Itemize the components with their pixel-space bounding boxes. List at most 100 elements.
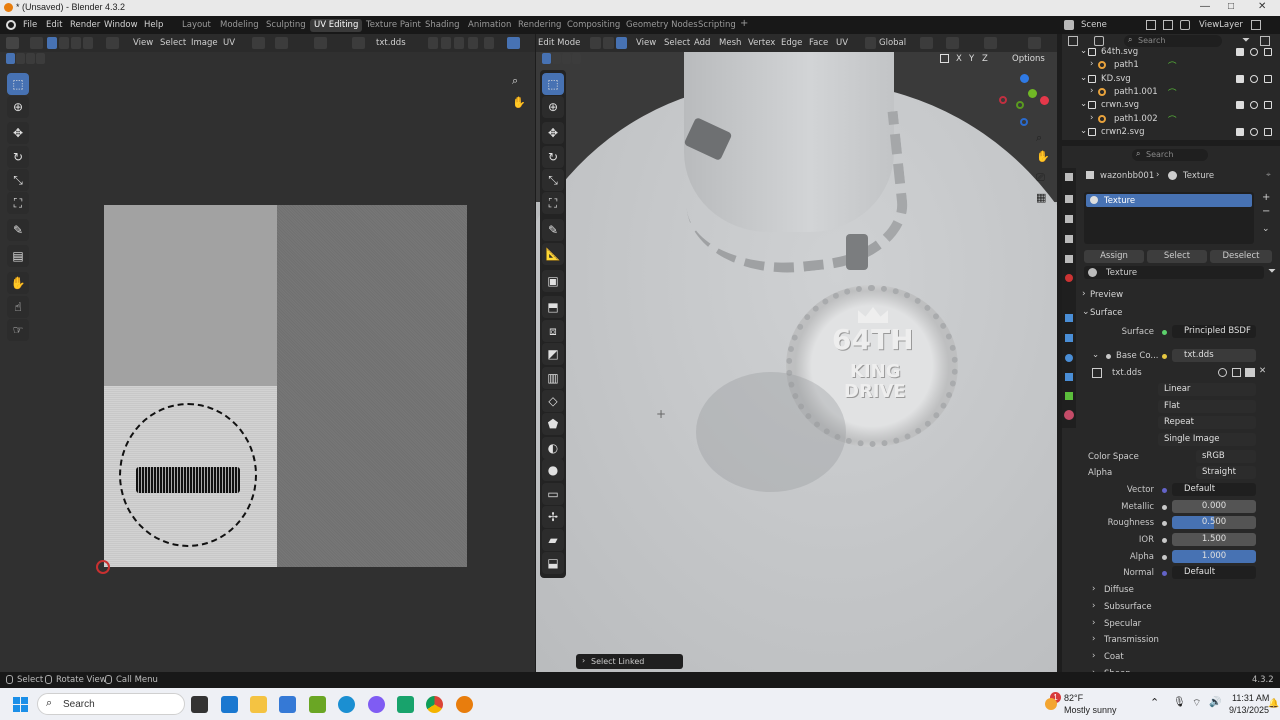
annotate-tool-3d[interactable]: ✎	[542, 219, 564, 241]
last-operator-panel[interactable]: › Select Linked	[576, 654, 683, 669]
uv-menu-uv[interactable]: UV	[223, 38, 235, 48]
slot-specials-icon[interactable]: ⌄	[1262, 224, 1270, 234]
image-unlink-icon[interactable]: ✕	[1259, 366, 1266, 376]
deselect-button[interactable]: Deselect	[1210, 250, 1272, 263]
viewport-menu-mesh[interactable]: Mesh	[719, 38, 741, 48]
camera-render-icon[interactable]	[1264, 127, 1272, 136]
add-slot-icon[interactable]: +	[1262, 192, 1270, 203]
island-select-icon[interactable]	[83, 37, 93, 49]
wifi-icon[interactable]: ⌔	[1192, 697, 1201, 710]
outliner-item[interactable]: › path1 ⌒	[1062, 59, 1280, 72]
store-icon[interactable]	[279, 696, 296, 713]
scene-tab-icon[interactable]	[1065, 255, 1073, 263]
checkbox-icon[interactable]	[1236, 101, 1244, 110]
viewport-menu-face[interactable]: Face	[809, 38, 828, 48]
relax-tool[interactable]: ☝	[7, 296, 29, 318]
viewport-menu-view[interactable]: View	[636, 38, 656, 48]
camera-render-icon[interactable]	[1264, 101, 1272, 110]
menu-help[interactable]: Help	[144, 20, 163, 30]
uv-select-extend-icon[interactable]	[16, 53, 25, 64]
outliner[interactable]: ⌕ Search ⏷ ⌄ 64th.svg › path1 ⌒ ⌄ KD.svg › path1…	[1062, 34, 1280, 140]
mirror-y[interactable]: Y	[969, 54, 974, 64]
scale-tool-3d[interactable]: ⤡	[542, 169, 564, 191]
menu-render[interactable]: Render	[70, 20, 100, 30]
rotate-tool-3d[interactable]: ↻	[542, 146, 564, 168]
rip-region-tool[interactable]: ⬓	[542, 552, 564, 574]
output-tab-icon[interactable]	[1065, 215, 1073, 223]
face-mode-icon[interactable]	[616, 37, 627, 49]
viewport-select-extend-icon[interactable]	[552, 53, 561, 64]
proportional-icon[interactable]	[984, 37, 997, 49]
uv-select-invert-icon[interactable]	[36, 53, 45, 64]
operator-expand-icon[interactable]: ›	[582, 656, 585, 665]
viewport-menu-add[interactable]: Add	[694, 38, 710, 48]
pivot-point-icon[interactable]	[920, 37, 933, 49]
viewport-select-new-icon[interactable]	[542, 53, 551, 64]
snap-icon[interactable]	[275, 37, 288, 49]
sync-selection-icon[interactable]	[30, 37, 43, 49]
render-tab-icon[interactable]	[1065, 195, 1073, 203]
color-space-dropdown[interactable]: sRGB	[1196, 450, 1256, 463]
new-image-icon[interactable]	[441, 37, 451, 49]
menu-edit[interactable]: Edit	[46, 20, 62, 30]
select-box-tool[interactable]: ⬚	[7, 73, 29, 95]
cursor-tool[interactable]: ⊕	[7, 96, 29, 118]
new-viewlayer-icon[interactable]	[1251, 20, 1261, 30]
clock-time[interactable]: 11:31 AM	[1232, 693, 1269, 703]
viewport-menu-edge[interactable]: Edge	[781, 38, 802, 48]
pan-hand-icon[interactable]: ✋	[512, 96, 526, 109]
poly-build-tool[interactable]: ⬟	[542, 413, 564, 435]
edge-icon[interactable]	[338, 696, 355, 713]
material-browse-icon[interactable]	[1088, 268, 1097, 277]
app-green-icon[interactable]	[397, 696, 414, 713]
uv-menu-image[interactable]: Image	[191, 38, 218, 48]
windows-start-icon[interactable]	[13, 697, 28, 712]
face-select-icon[interactable]	[71, 37, 81, 49]
outliner-expand-icon[interactable]: ⌄	[1080, 99, 1087, 109]
surface-shader-field[interactable]: Principled BSDF	[1172, 325, 1256, 338]
blender-taskbar-icon[interactable]	[456, 696, 473, 713]
zoom-icon-3d[interactable]: ⌕	[1036, 131, 1042, 145]
outliner-expand-icon[interactable]: ⌄	[1080, 126, 1087, 136]
source-dropdown[interactable]: Single Image	[1158, 433, 1256, 446]
unlink-image-icon[interactable]	[468, 37, 478, 49]
image-datablock-name[interactable]: txt.dds	[1112, 368, 1142, 378]
assign-button[interactable]: Assign	[1084, 250, 1144, 263]
base-color-texture-field[interactable]: txt.dds	[1172, 349, 1256, 362]
camera-render-icon[interactable]	[1264, 74, 1272, 83]
taskbar-search[interactable]: ⌕ Search	[37, 693, 185, 715]
snapping-icon[interactable]	[946, 37, 959, 49]
uv-select-subtract-icon[interactable]	[26, 53, 35, 64]
select-button[interactable]: Select	[1147, 250, 1207, 263]
alpha-slider[interactable]: 1.000	[1172, 550, 1256, 563]
rip-tool[interactable]: ▤	[7, 245, 29, 267]
uv-editor[interactable]: ⬚ ⊕ ✥ ↻ ⤡ ⛶ ✎ ▤ ✋ ☝ ☞ ⌕ ✋	[0, 52, 535, 672]
alpha-mode-dropdown[interactable]: Straight	[1196, 466, 1256, 479]
edge-select-icon[interactable]	[59, 37, 69, 49]
subsection-panel[interactable]: › Diffuse	[1062, 582, 1280, 598]
tab-layout[interactable]: Layout	[182, 20, 211, 30]
task-view-icon[interactable]	[191, 696, 208, 713]
tab-compositing[interactable]: Compositing	[567, 20, 620, 30]
uv-menu-view[interactable]: View	[133, 38, 153, 48]
outliner-item[interactable]: ⌄ crwn.svg	[1062, 99, 1280, 112]
gizmo-x-axis[interactable]	[1040, 96, 1049, 105]
gizmo-neg-x[interactable]	[999, 96, 1007, 104]
material-filter-icon[interactable]: ⏷	[1268, 266, 1276, 277]
menu-file[interactable]: File	[23, 20, 37, 30]
outliner-expand-icon[interactable]: ⌄	[1080, 73, 1087, 83]
shrink-fatten-tool[interactable]: ✢	[542, 506, 564, 528]
tab-animation[interactable]: Animation	[468, 20, 511, 30]
zoom-icon[interactable]: ⌕	[512, 74, 518, 88]
volume-icon[interactable]: 🔊	[1209, 697, 1221, 708]
menu-window[interactable]: Window	[104, 20, 138, 30]
viewport-select-intersect-icon[interactable]	[572, 53, 581, 64]
shear-tool[interactable]: ▰	[542, 529, 564, 551]
eye-icon[interactable]	[1250, 127, 1258, 136]
measure-tool-3d[interactable]: 📐	[542, 243, 564, 265]
fake-user-icon[interactable]	[428, 37, 438, 49]
transform-tool[interactable]: ⛶	[7, 192, 29, 214]
viewport-menu-vertex[interactable]: Vertex	[748, 38, 775, 48]
minimize-button[interactable]: —	[1200, 1, 1210, 12]
transform-tool-3d[interactable]: ⛶	[542, 192, 564, 214]
